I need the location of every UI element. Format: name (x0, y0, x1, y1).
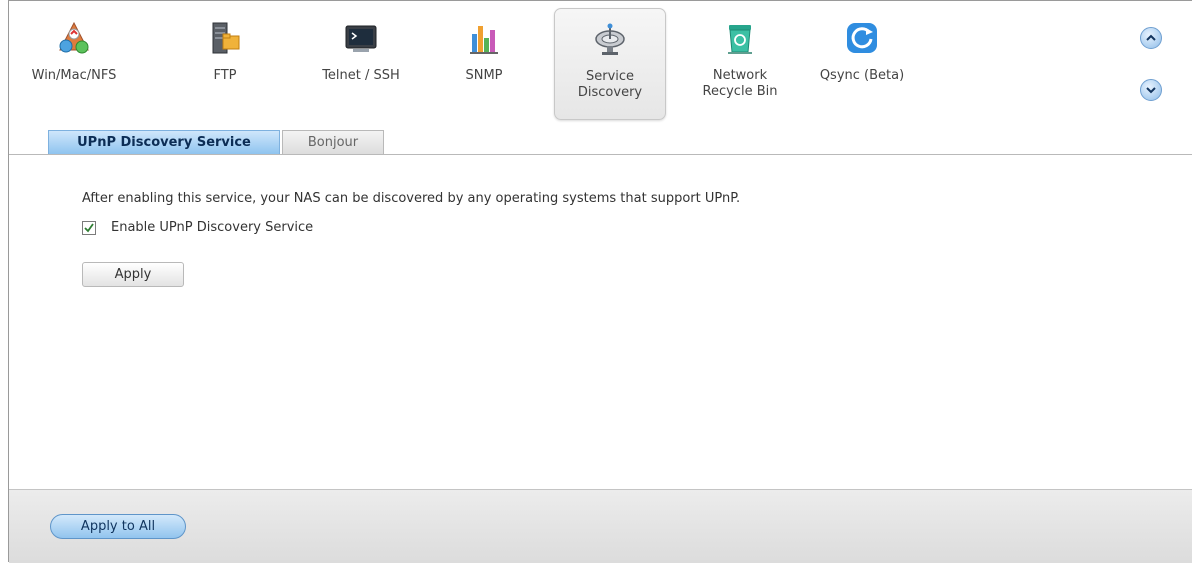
scroll-down-button[interactable] (1140, 79, 1162, 101)
service-label: Telnet / SSH (322, 68, 400, 83)
sync-icon (847, 23, 877, 53)
service-qsync[interactable]: Qsync (Beta) (812, 8, 912, 120)
bar-chart-icon (470, 26, 498, 54)
service-description: After enabling this service, your NAS ca… (82, 191, 741, 206)
service-network-recycle-bin[interactable]: Network Recycle Bin (690, 8, 790, 120)
service-label: Win/Mac/NFS (31, 68, 117, 83)
service-toolbar: Win/Mac/NFS FTP Telnet / SSH SNMP Servic… (30, 8, 930, 123)
service-label: FTP (213, 68, 237, 83)
service-label: Service Discovery (577, 69, 643, 100)
service-discovery[interactable]: Service Discovery (554, 8, 666, 120)
service-snmp[interactable]: SNMP (448, 8, 520, 120)
chevron-up-icon (1146, 34, 1156, 41)
network-share-icon (59, 21, 89, 54)
satellite-dish-icon (595, 23, 625, 55)
service-ftp[interactable]: FTP (188, 8, 262, 120)
service-label: SNMP (465, 68, 503, 83)
service-win-mac-nfs[interactable]: Win/Mac/NFS (30, 8, 118, 120)
terminal-icon (345, 25, 377, 52)
ftp-server-icon (212, 22, 240, 54)
top-border (8, 0, 1192, 1)
apply-to-all-button[interactable]: Apply to All (50, 514, 186, 539)
service-label: Qsync (Beta) (819, 68, 905, 83)
tab-divider (9, 154, 1192, 155)
tab-bar: UPnP Discovery Service Bonjour (48, 130, 386, 154)
enable-upnp-checkbox[interactable] (82, 220, 96, 235)
checkmark-icon (84, 222, 94, 232)
scroll-up-button[interactable] (1140, 27, 1162, 49)
service-telnet-ssh[interactable]: Telnet / SSH (306, 8, 416, 120)
service-label: Network Recycle Bin (702, 68, 778, 99)
chevron-down-icon (1146, 87, 1156, 94)
footer-bar (9, 489, 1192, 563)
tab-upnp-discovery-service[interactable]: UPnP Discovery Service (48, 130, 280, 154)
apply-button[interactable]: Apply (82, 262, 184, 287)
tab-bonjour[interactable]: Bonjour (282, 130, 384, 154)
recycle-bin-icon (728, 25, 752, 54)
enable-upnp-row: Enable UPnP Discovery Service (82, 220, 313, 235)
enable-upnp-label: Enable UPnP Discovery Service (111, 220, 314, 235)
